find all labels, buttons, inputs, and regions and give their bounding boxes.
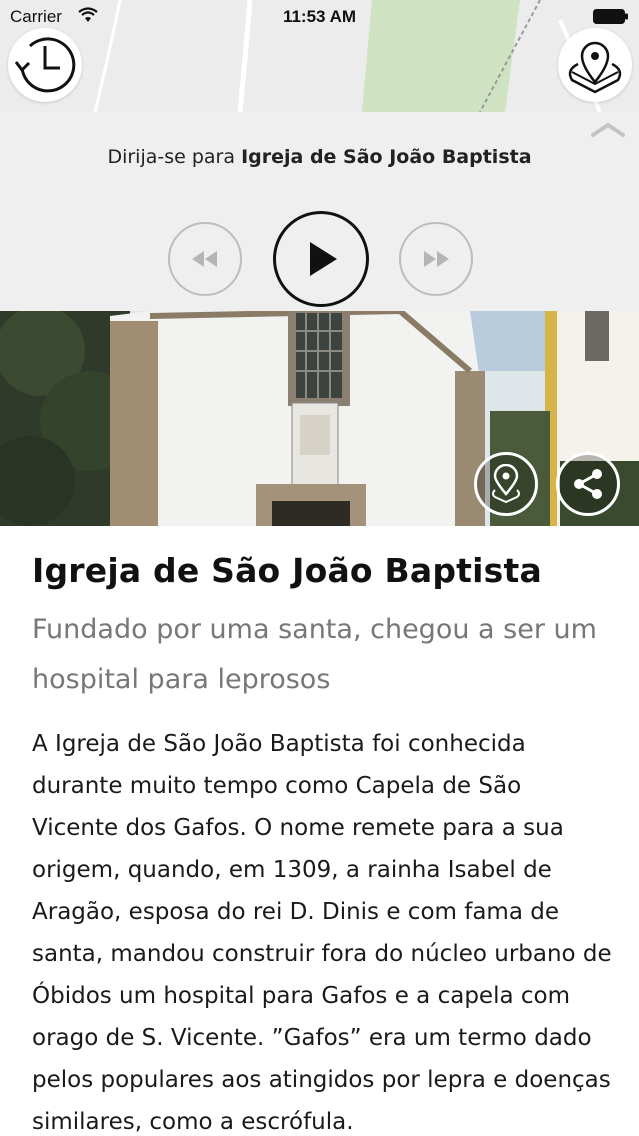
fast-forward-button[interactable] (399, 222, 473, 296)
history-clock-icon (14, 37, 76, 93)
history-button[interactable] (8, 28, 82, 102)
rewind-icon (192, 251, 217, 267)
chevron-up-icon[interactable] (590, 122, 626, 142)
status-bar: Carrier 11:53 AM (0, 0, 639, 34)
article-subtitle: Fundado por uma santa, chegou a ser um h… (32, 614, 597, 695)
clock-time: 11:53 AM (282, 7, 357, 26)
church-photo (0, 311, 639, 526)
battery-icon (593, 9, 629, 24)
page-title: Igreja de São João Baptista (32, 551, 542, 590)
place-photo (0, 311, 639, 526)
directions-text: Dirija-se para Igreja de São João Baptis… (0, 146, 639, 168)
play-button[interactable] (273, 211, 369, 307)
map-pins-button[interactable] (558, 28, 632, 102)
audio-player-panel: Dirija-se para Igreja de São João Baptis… (0, 112, 639, 311)
play-icon (310, 242, 337, 276)
article-content: Igreja de São João Baptista Fundado por … (32, 526, 612, 1136)
locate-on-map-button[interactable] (474, 452, 538, 516)
destination-name: Igreja de São João Baptista (241, 146, 532, 168)
share-button[interactable] (556, 452, 620, 516)
map-view[interactable]: Carrier 11:53 AM (0, 0, 639, 112)
map-pin-icon (492, 464, 520, 504)
share-icon (574, 469, 602, 499)
fast-forward-icon (424, 251, 449, 267)
article-body: A Igreja de São João Baptista foi conhec… (32, 731, 612, 1135)
map-pins-icon (568, 41, 622, 94)
rewind-button[interactable] (168, 222, 242, 296)
directions-prefix: Dirija-se para (107, 146, 242, 168)
